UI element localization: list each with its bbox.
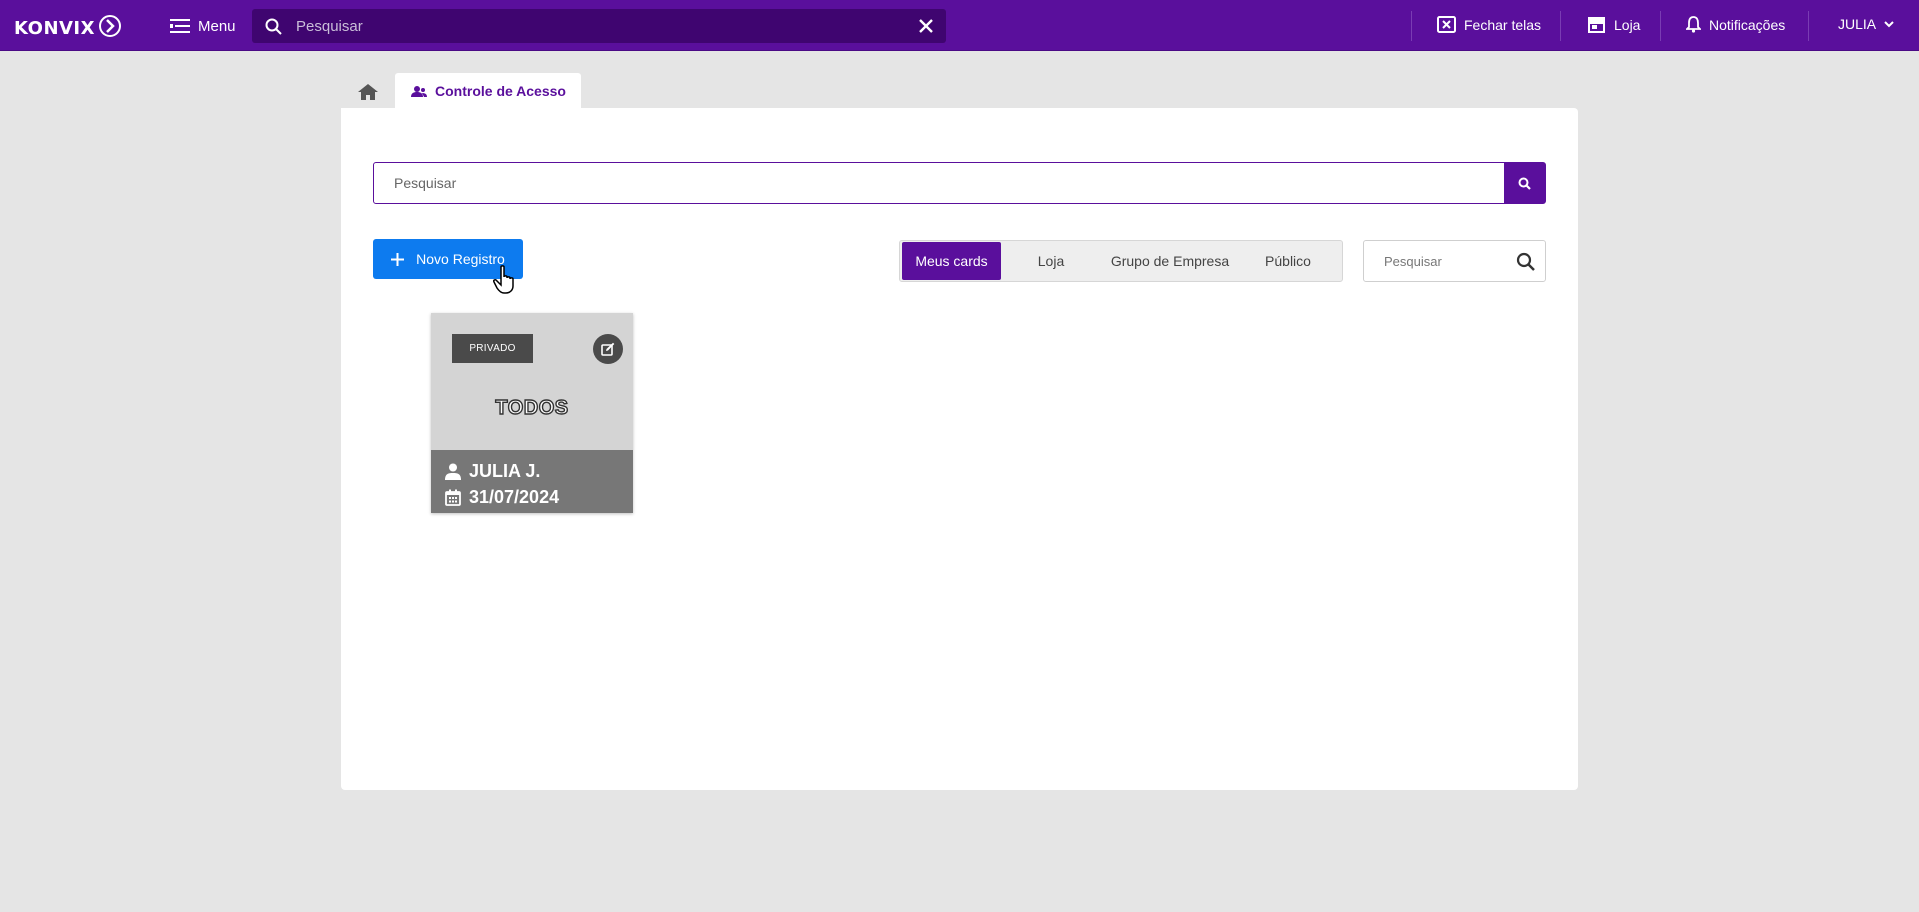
card-footer: JULIA J. 31/07/2024	[431, 450, 633, 513]
cards-search-input[interactable]	[1364, 253, 1516, 269]
menu-label: Menu	[198, 17, 236, 35]
divider	[1808, 11, 1809, 41]
konvix-logo[interactable]: KONVIX	[14, 11, 122, 41]
visibility-filter: Meus cards Loja Grupo de Empresa Público	[899, 240, 1343, 282]
tab-access-control[interactable]: Controle de Acesso	[395, 73, 581, 109]
users-icon	[411, 85, 427, 97]
divider	[1660, 11, 1661, 41]
edit-icon	[601, 342, 615, 356]
user-menu-button[interactable]: JULIA	[1838, 16, 1894, 32]
user-label: JULIA	[1838, 16, 1877, 32]
store-label: Loja	[1614, 16, 1641, 33]
menu-button[interactable]: Menu	[170, 14, 236, 38]
notifications-label: Notificações	[1709, 16, 1786, 33]
menu-icon	[170, 19, 190, 33]
tab-label: Controle de Acesso	[435, 83, 566, 99]
main-search-input[interactable]	[374, 163, 1504, 203]
divider	[1411, 11, 1412, 41]
chevron-down-icon	[1884, 20, 1894, 27]
close-screens-label: Fechar telas	[1464, 16, 1542, 33]
main-search	[373, 162, 1546, 204]
bell-icon	[1686, 16, 1701, 33]
cards-search	[1363, 240, 1546, 282]
hand-cursor-icon	[493, 265, 514, 294]
divider	[1560, 11, 1561, 41]
store-icon	[1588, 17, 1605, 33]
global-search-input[interactable]	[296, 17, 919, 35]
home-tab[interactable]	[354, 80, 382, 104]
close-screens-button[interactable]: Fechar telas	[1437, 16, 1541, 33]
access-card[interactable]: PRIVADO TODOS JULIA J. 31/07/2024	[431, 313, 633, 513]
card-date: 31/07/2024	[469, 486, 560, 507]
logo-text: KONVIX	[14, 11, 96, 41]
new-record-label: Novo Registro	[416, 251, 505, 267]
card-header: PRIVADO TODOS	[431, 313, 633, 450]
user-icon	[445, 463, 461, 480]
filter-company-group[interactable]: Grupo de Empresa	[1101, 242, 1239, 280]
card-user-row: JULIA J.	[445, 458, 633, 484]
logo-mark-icon	[99, 15, 122, 37]
filter-public[interactable]: Público	[1239, 242, 1337, 280]
card-title: TODOS	[495, 396, 569, 419]
close-window-icon	[1437, 16, 1456, 33]
clear-search-icon[interactable]	[919, 19, 933, 33]
store-button[interactable]: Loja	[1587, 16, 1640, 33]
privacy-badge: PRIVADO	[452, 334, 533, 363]
home-icon	[358, 84, 378, 100]
main-panel: Novo Registro Meus cards Loja Grupo de E…	[341, 108, 1578, 790]
card-user: JULIA J.	[469, 460, 541, 481]
global-search	[252, 9, 946, 43]
edit-card-button[interactable]	[593, 334, 623, 364]
notifications-button[interactable]: Notificações	[1686, 16, 1785, 33]
top-navbar: KONVIX Menu Fechar telas Loja Notificaçõ…	[0, 0, 1919, 51]
filter-store[interactable]: Loja	[1001, 242, 1101, 280]
search-icon	[265, 18, 282, 35]
search-icon[interactable]	[1516, 252, 1535, 271]
calendar-icon	[445, 489, 461, 506]
main-search-button[interactable]	[1504, 163, 1545, 203]
card-date-row: 31/07/2024	[445, 484, 633, 510]
filter-my-cards[interactable]: Meus cards	[902, 242, 1001, 280]
search-icon	[1518, 177, 1531, 190]
plus-icon	[391, 252, 405, 266]
